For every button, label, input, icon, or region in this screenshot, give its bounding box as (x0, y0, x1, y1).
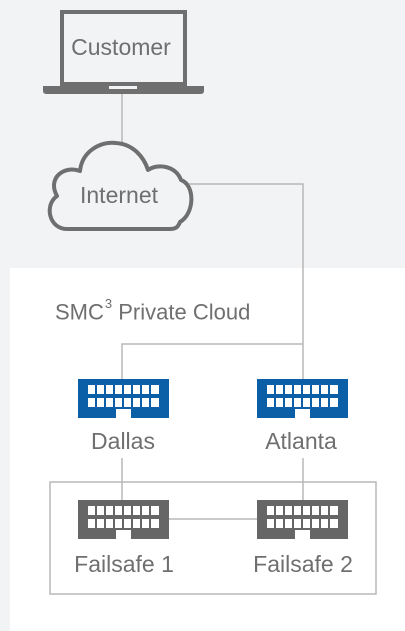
building-icon (257, 500, 348, 539)
dallas-door (116, 409, 131, 418)
failsafe2-door (295, 530, 310, 539)
private-cloud-title-superscript: 3 (104, 296, 113, 311)
internet-label: Internet (80, 182, 158, 208)
private-cloud-title-suffix: Private Cloud (112, 299, 251, 325)
failsafe-2-label: Failsafe 2 (253, 551, 353, 577)
internet-atlanta-line (188, 183, 304, 380)
dallas-atlanta-line (121, 343, 303, 380)
network-diagram: Customer Internet SMC3 Private Cloud Dal… (0, 0, 405, 631)
dallas-label: Dallas (91, 428, 155, 454)
failsafe-1-label: Failsafe 1 (74, 551, 174, 577)
private-cloud-title: SMC3 Private Cloud (55, 297, 251, 325)
building-icon (257, 379, 348, 418)
atlanta-label: Atlanta (265, 428, 337, 454)
building-icon (78, 379, 169, 418)
failsafe1-door (116, 530, 131, 539)
private-cloud-title-main: SMC (55, 299, 104, 325)
building-icon (78, 500, 169, 539)
atlanta-door (295, 409, 310, 418)
customer-label: Customer (71, 34, 171, 60)
